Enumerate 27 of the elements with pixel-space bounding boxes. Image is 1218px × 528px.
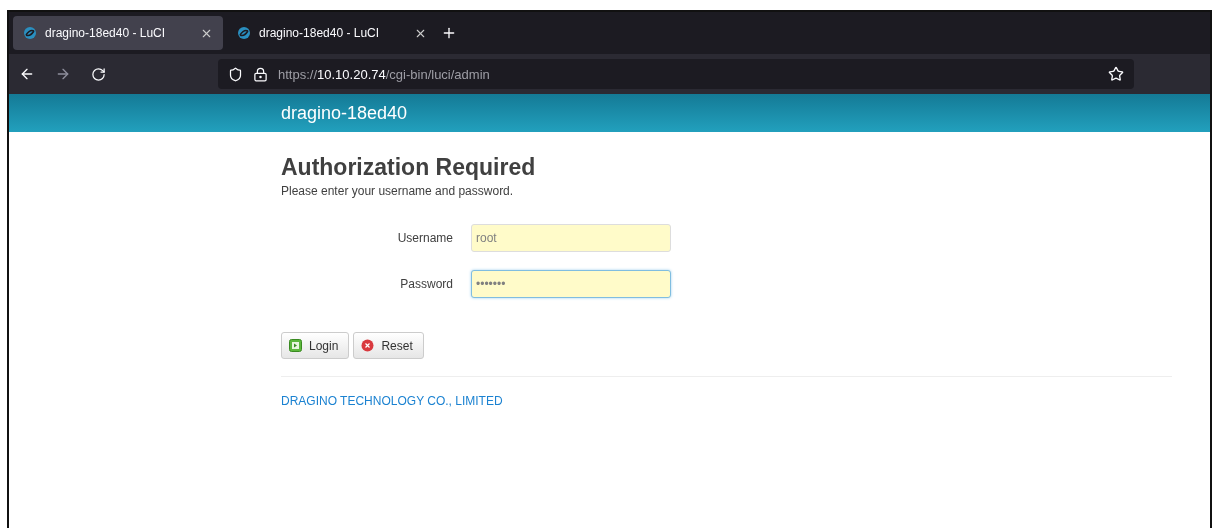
- url-text: https://10.10.20.74/cgi-bin/luci/admin: [278, 66, 491, 82]
- login-button[interactable]: Login: [281, 332, 350, 359]
- luci-logo-icon: [237, 26, 251, 40]
- play-icon: [289, 339, 302, 352]
- page-title: Authorization Required: [281, 154, 537, 181]
- new-tab-icon[interactable]: [441, 25, 457, 41]
- input-field[interactable]: root: [471, 224, 671, 252]
- subtitle: Please enter your username and password.: [281, 184, 515, 198]
- company-link[interactable]: DRAGINO TECHNOLOGY CO., LIMITED: [281, 394, 503, 408]
- browser-tab[interactable]: dragino-18ed40 - LuCI: [227, 16, 437, 50]
- lock-icon: [253, 66, 268, 82]
- tab-title: dragino-18ed40 - LuCI: [259, 26, 381, 40]
- forward-icon[interactable]: [55, 66, 71, 82]
- hostname: dragino-18ed40: [281, 102, 408, 124]
- tab-title: dragino-18ed40 - LuCI: [45, 26, 167, 40]
- star-icon[interactable]: [1108, 66, 1124, 82]
- address-bar[interactable]: https://10.10.20.74/cgi-bin/luci/admin: [218, 59, 1134, 89]
- browser-tab[interactable]: dragino-18ed40 - LuCI: [13, 16, 223, 50]
- input-field[interactable]: •••••••: [471, 270, 671, 298]
- shield-icon: [228, 66, 243, 82]
- reset-button[interactable]: Reset: [353, 332, 424, 359]
- cancel-icon: [361, 339, 375, 352]
- reload-icon[interactable]: [91, 66, 106, 82]
- back-icon[interactable]: [19, 66, 35, 82]
- luci-logo-icon: [23, 26, 37, 40]
- field-label: Username: [396, 231, 453, 245]
- field-label: Password: [399, 277, 453, 291]
